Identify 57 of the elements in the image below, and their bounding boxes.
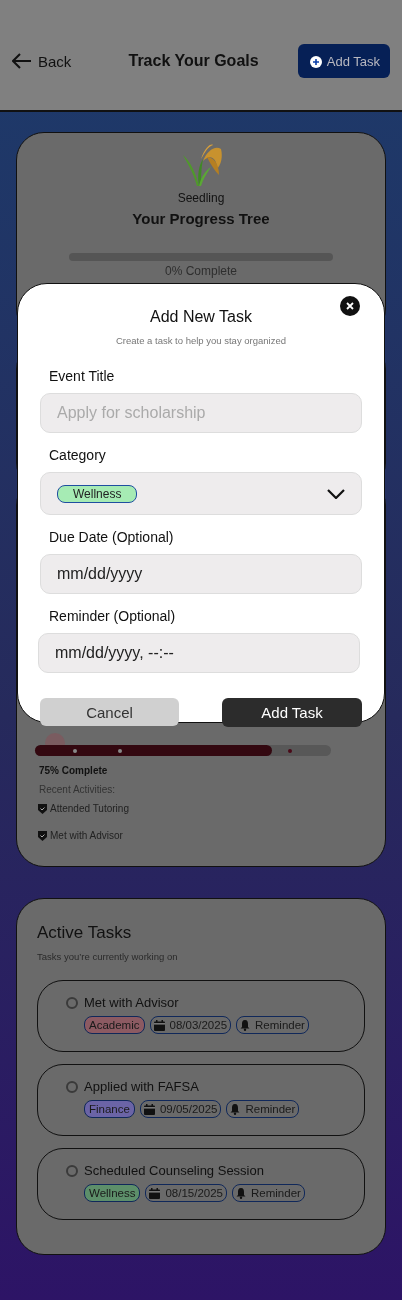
category-tag: Wellness <box>57 484 138 503</box>
date-text: 08/03/2025 <box>169 1019 228 1031</box>
task-card[interactable]: Scheduled Counseling Session Wellness 08/15/2025 Reminder <box>37 1148 365 1220</box>
card-title: Your Progress Tree <box>132 210 270 227</box>
cancel-button[interactable]: Cancel <box>40 698 179 726</box>
add-task-button[interactable]: Add Task <box>222 698 362 727</box>
field-label: Event Title <box>49 368 116 384</box>
task-checkbox[interactable] <box>66 1080 78 1093</box>
date-text: 09/05/2025 <box>159 1103 218 1115</box>
shield-check-icon <box>38 830 47 841</box>
milestone-dot <box>288 749 293 753</box>
task-title: Scheduled Counseling Session <box>84 1163 264 1178</box>
category-tag: Wellness <box>84 1184 141 1202</box>
field-label: Reminder (Optional) <box>49 608 177 624</box>
field-label: Due Date (Optional) <box>49 529 175 545</box>
date-input-field[interactable]: mm/dd/yyyy <box>40 554 362 594</box>
title-input-field[interactable]: Apply for scholarship <box>40 393 362 433</box>
milestone-dot <box>73 749 78 753</box>
task-card[interactable]: Met with Advisor Academic 08/03/2025 Reminder <box>37 980 365 1052</box>
reminder-text: Reminder <box>251 1187 301 1199</box>
milestone-dot <box>117 749 122 753</box>
stage-label: Seedling <box>177 191 225 205</box>
datetime-input-field[interactable]: mm/dd/yyyy, --:-- <box>38 633 360 673</box>
date-text: 08/15/2025 <box>165 1187 223 1199</box>
calendar-icon <box>149 1187 161 1199</box>
bell-icon <box>236 1187 246 1199</box>
task-checkbox[interactable] <box>66 996 78 1009</box>
category-select[interactable]: Wellness <box>40 472 362 515</box>
card-title: Active Tasks <box>37 923 133 943</box>
activity-text: Met with Advisor <box>50 830 123 841</box>
calendar-icon <box>153 1019 165 1031</box>
close-icon <box>346 302 354 310</box>
bell-icon <box>240 1019 251 1031</box>
progress-reading: 0% Complete <box>164 264 237 278</box>
activity-text: Attended Tutoring <box>50 803 129 814</box>
card-subtitle: Tasks you’re currently working on <box>37 951 179 962</box>
task-title: Met with Advisor <box>84 995 179 1010</box>
add-task-button[interactable]: Add Task <box>297 44 390 78</box>
back-arrow-icon <box>12 53 32 69</box>
reminder-text: Reminder <box>245 1103 296 1115</box>
field-label: Category <box>49 447 107 463</box>
dialog-subtitle: Create a task to help you stay organized <box>115 335 286 346</box>
page-title: Track Your Goals <box>128 52 259 70</box>
task-checkbox[interactable] <box>66 1164 78 1177</box>
task-title: Applied with FAFSA <box>84 1079 199 1094</box>
category-tag: Academic <box>84 1016 145 1034</box>
reminder-text: Reminder <box>255 1019 305 1031</box>
category-tag: Finance <box>84 1100 135 1118</box>
dialog-title: Add New Task <box>150 308 252 326</box>
calendar-icon <box>143 1103 155 1115</box>
close-button[interactable] <box>340 296 360 316</box>
back-button[interactable]: Back <box>12 52 72 70</box>
bell-icon <box>230 1103 241 1115</box>
plus-circle-icon <box>309 55 322 68</box>
progress-reading: 75% Complete <box>39 765 109 776</box>
shield-check-icon <box>38 803 47 814</box>
chevron-down-icon <box>327 488 345 499</box>
